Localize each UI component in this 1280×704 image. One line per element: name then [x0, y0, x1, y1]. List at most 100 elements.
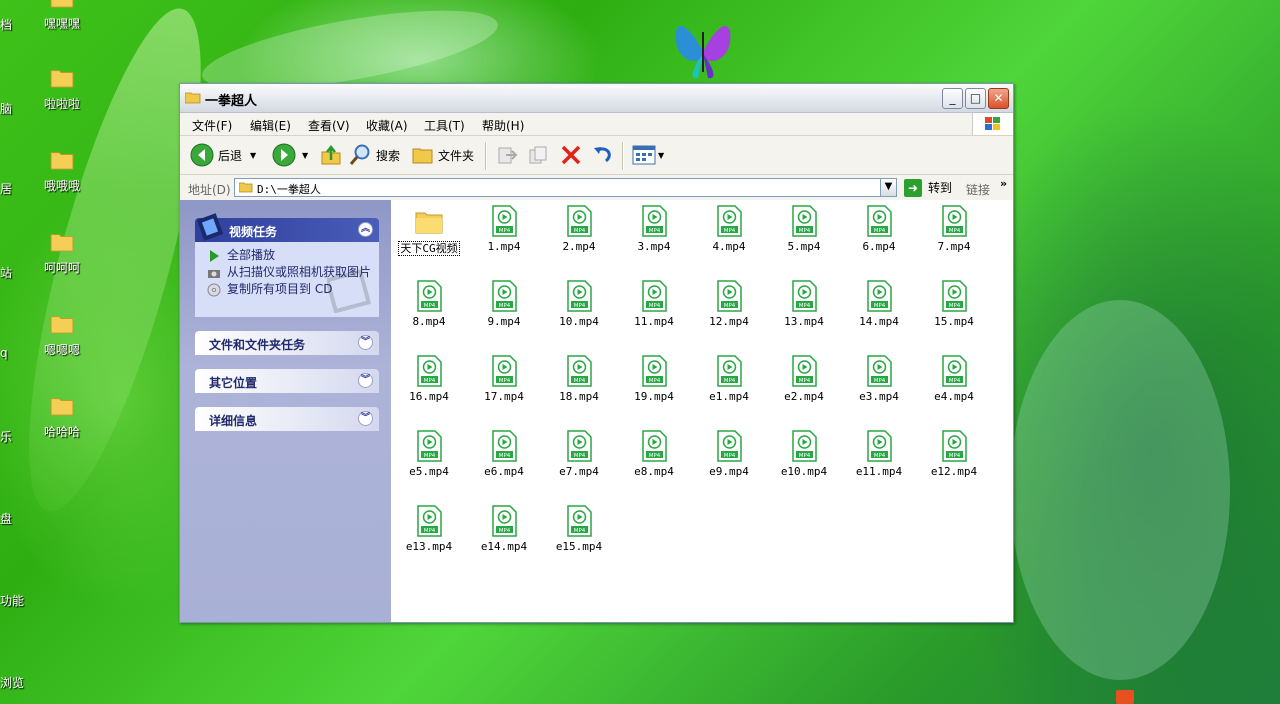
- back-dropdown-icon[interactable]: ▼: [250, 151, 256, 160]
- file-item-mp4[interactable]: MP4 7.mp4: [918, 204, 990, 253]
- file-item-mp4[interactable]: MP4 e14.mp4: [468, 504, 540, 553]
- desktop-edge-icon-label[interactable]: 盘: [0, 510, 12, 527]
- minimize-button[interactable]: _: [942, 88, 963, 109]
- go-button[interactable]: ➜ 转到: [904, 178, 952, 197]
- views-button[interactable]: ▼: [632, 143, 664, 167]
- file-item-mp4[interactable]: MP4 e1.mp4: [693, 354, 765, 403]
- file-tasks-header[interactable]: 文件和文件夹任务 ︾: [195, 331, 379, 355]
- file-item-mp4[interactable]: MP4 e15.mp4: [543, 504, 615, 553]
- copy-to-button[interactable]: [528, 143, 550, 167]
- expand-chevron-icon[interactable]: ︾: [358, 373, 373, 388]
- desktop-edge-icon-label[interactable]: q: [0, 346, 8, 360]
- views-dropdown-icon[interactable]: ▼: [658, 151, 664, 160]
- file-item-mp4[interactable]: MP4 4.mp4: [693, 204, 765, 253]
- file-item-mp4[interactable]: MP4 e8.mp4: [618, 429, 690, 478]
- file-item-mp4[interactable]: MP4 e9.mp4: [693, 429, 765, 478]
- maximize-button[interactable]: □: [965, 88, 986, 109]
- desktop-edge-icon-label[interactable]: 乐: [0, 428, 12, 445]
- file-item-mp4[interactable]: MP4 e7.mp4: [543, 429, 615, 478]
- file-item-mp4[interactable]: MP4 15.mp4: [918, 279, 990, 328]
- file-list[interactable]: 天下CG视频 MP4 1.mp4 MP4 2.mp4 MP4 3.mp4 MP4 4.mp4 MP…: [391, 200, 1013, 622]
- desktop-folder-icon-item[interactable]: 嘿嘿嘿: [27, 0, 97, 32]
- mp4-file-icon: MP4: [492, 505, 517, 537]
- file-item-mp4[interactable]: MP4 e11.mp4: [843, 429, 915, 478]
- file-item-mp4[interactable]: MP4 e5.mp4: [393, 429, 465, 478]
- desktop-folder-icon-item[interactable]: 啦啦啦: [27, 68, 97, 112]
- task-label: 复制所有项目到 CD: [227, 282, 333, 296]
- desktop-edge-icon-label[interactable]: 站: [0, 264, 12, 281]
- file-item-mp4[interactable]: MP4 16.mp4: [393, 354, 465, 403]
- menu-tools[interactable]: 工具(T): [424, 117, 465, 134]
- folder-icon: [185, 92, 201, 104]
- toolbar: 后退 ▼ ▼ 搜索 文件夹 ▼: [180, 136, 1013, 175]
- file-item-mp4[interactable]: MP4 e2.mp4: [768, 354, 840, 403]
- menu-view[interactable]: 查看(V): [308, 117, 350, 134]
- undo-button[interactable]: [592, 143, 614, 167]
- file-item-mp4[interactable]: MP4 13.mp4: [768, 279, 840, 328]
- file-item-mp4[interactable]: MP4 e4.mp4: [918, 354, 990, 403]
- forward-button[interactable]: ▼: [272, 143, 308, 167]
- file-item-mp4[interactable]: MP4 9.mp4: [468, 279, 540, 328]
- mp4-file-icon: MP4: [417, 355, 442, 387]
- mp4-badge-text: MP4: [649, 303, 661, 309]
- file-item-mp4[interactable]: MP4 17.mp4: [468, 354, 540, 403]
- mp4-file-icon: MP4: [492, 205, 517, 237]
- file-item-mp4[interactable]: MP4 1.mp4: [468, 204, 540, 253]
- search-button[interactable]: 搜索: [348, 143, 400, 167]
- menu-favorites[interactable]: 收藏(A): [366, 117, 408, 134]
- desktop-edge-icon-label[interactable]: 居: [0, 180, 12, 197]
- file-item-mp4[interactable]: MP4 2.mp4: [543, 204, 615, 253]
- file-item-mp4[interactable]: MP4 e6.mp4: [468, 429, 540, 478]
- menu-file[interactable]: 文件(F): [192, 117, 232, 134]
- move-to-button[interactable]: [496, 143, 518, 167]
- delete-button[interactable]: [560, 143, 582, 167]
- file-item-mp4[interactable]: MP4 e12.mp4: [918, 429, 990, 478]
- menu-edit[interactable]: 编辑(E): [250, 117, 291, 134]
- desktop-folder-icon-item[interactable]: 嗯嗯嗯: [27, 314, 97, 358]
- explorer-window[interactable]: 一拳超人 _ □ ✕ 文件(F) 编辑(E) 查看(V) 收藏(A) 工具(T)…: [179, 83, 1014, 623]
- desktop-edge-icon-label[interactable]: 功能: [0, 592, 24, 609]
- file-item-mp4[interactable]: MP4 5.mp4: [768, 204, 840, 253]
- task-play-all[interactable]: 全部播放: [207, 249, 371, 263]
- desktop-folder-icon-item[interactable]: 哈哈哈: [27, 396, 97, 440]
- up-folder-button[interactable]: [320, 143, 342, 167]
- desktop-folder-icon-item[interactable]: 哦哦哦: [27, 150, 97, 194]
- file-item-mp4[interactable]: MP4 19.mp4: [618, 354, 690, 403]
- title-bar[interactable]: 一拳超人 _ □ ✕: [180, 84, 1013, 113]
- menu-help[interactable]: 帮助(H): [482, 117, 524, 134]
- file-item-mp4[interactable]: MP4 18.mp4: [543, 354, 615, 403]
- collapse-chevron-icon[interactable]: ︽: [358, 222, 373, 237]
- file-item-mp4[interactable]: MP4 6.mp4: [843, 204, 915, 253]
- file-name-label: e9.mp4: [709, 465, 749, 478]
- file-item-folder[interactable]: 天下CG视频: [393, 204, 465, 256]
- file-item-mp4[interactable]: MP4 e13.mp4: [393, 504, 465, 553]
- expand-chevron-icon[interactable]: ︾: [358, 411, 373, 426]
- file-item-mp4[interactable]: MP4 10.mp4: [543, 279, 615, 328]
- file-item-mp4[interactable]: MP4 12.mp4: [693, 279, 765, 328]
- back-button[interactable]: 后退 ▼: [190, 143, 256, 167]
- other-places-header[interactable]: 其它位置 ︾: [195, 369, 379, 393]
- file-item-mp4[interactable]: MP4 8.mp4: [393, 279, 465, 328]
- file-item-mp4[interactable]: MP4 14.mp4: [843, 279, 915, 328]
- close-button[interactable]: ✕: [988, 88, 1009, 109]
- mp4-badge-text: MP4: [949, 303, 961, 309]
- address-input[interactable]: D:\一拳超人: [234, 178, 897, 197]
- links-button[interactable]: 链接: [966, 181, 990, 198]
- desktop-folder-icon-item[interactable]: 呵呵呵: [27, 232, 97, 276]
- address-dropdown-button[interactable]: ▼: [880, 178, 897, 197]
- desktop-edge-icon-label[interactable]: 浏览: [0, 674, 24, 691]
- file-item-mp4[interactable]: MP4 3.mp4: [618, 204, 690, 253]
- file-item-mp4[interactable]: MP4 11.mp4: [618, 279, 690, 328]
- desktop-edge-icon-label[interactable]: 脑: [0, 100, 12, 117]
- expand-chevron-icon[interactable]: ︾: [358, 335, 373, 350]
- details-header[interactable]: 详细信息 ︾: [195, 407, 379, 431]
- desktop-edge-icon-label[interactable]: 档: [0, 16, 12, 33]
- video-tasks-header[interactable]: 视频任务 ︽: [195, 213, 379, 242]
- links-more-icon[interactable]: »: [1000, 177, 1007, 190]
- forward-dropdown-icon[interactable]: ▼: [302, 151, 308, 160]
- folders-button[interactable]: 文件夹: [412, 143, 474, 167]
- file-item-mp4[interactable]: MP4 e10.mp4: [768, 429, 840, 478]
- file-item-mp4[interactable]: MP4 e3.mp4: [843, 354, 915, 403]
- tray-app-icon[interactable]: [1116, 690, 1134, 704]
- file-name-label: 5.mp4: [787, 240, 821, 253]
